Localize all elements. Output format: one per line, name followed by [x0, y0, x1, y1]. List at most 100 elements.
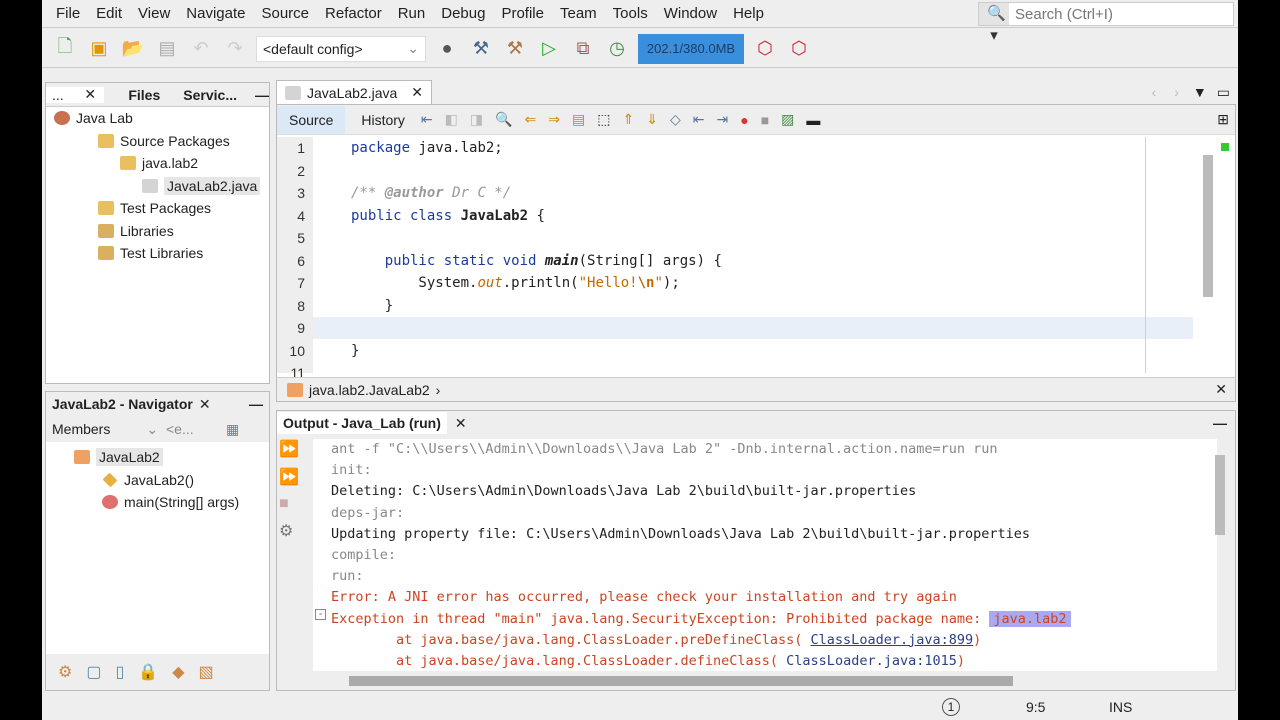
rerun-different-icon[interactable]: ⏩: [279, 467, 303, 487]
layout-toggle-icon[interactable]: ▦: [226, 421, 239, 438]
stack-link[interactable]: ClassLoader.java:899: [811, 632, 974, 648]
scroll-right-icon[interactable]: ›: [1174, 84, 1179, 100]
filter-private-icon[interactable]: 🔒: [138, 662, 158, 682]
back-icon[interactable]: ◧: [445, 111, 458, 128]
menu-help[interactable]: Help: [725, 5, 772, 22]
source-tab[interactable]: Source: [277, 105, 346, 134]
close-icon[interactable]: ✕: [1215, 381, 1227, 398]
code-area[interactable]: package java.lab2; /** @author Dr C */ p…: [313, 137, 1193, 373]
rerun-icon[interactable]: ⏩: [279, 439, 303, 459]
search-box[interactable]: 🔍▾ Search (Ctrl+I): [978, 2, 1234, 44]
sort-icon[interactable]: ▧: [199, 662, 214, 682]
minimize-icon[interactable]: —: [249, 396, 263, 412]
breadcrumb-item[interactable]: java.lab2.JavaLab2: [309, 382, 430, 398]
tree-item-source-packages[interactable]: Source Packages: [46, 130, 269, 153]
close-icon[interactable]: ✕: [84, 86, 96, 103]
browser-globe-icon[interactable]: ●: [434, 36, 460, 62]
find-next-icon[interactable]: ⇒: [548, 111, 560, 128]
history-tab[interactable]: History: [357, 112, 409, 128]
build-hammer-icon[interactable]: ⚒: [468, 36, 494, 62]
navigator-title[interactable]: JavaLab2 - Navigator: [52, 396, 193, 412]
tree-item-libraries[interactable]: Libraries: [46, 220, 269, 243]
prev-bookmark-icon[interactable]: ⇑: [623, 111, 635, 128]
toggle-bookmark-icon[interactable]: ◇: [670, 111, 681, 128]
tree-item-test-packages[interactable]: Test Packages: [46, 197, 269, 220]
tab-javalab2-java[interactable]: JavaLab2.java ✕: [276, 80, 433, 104]
stack-link[interactable]: ClassLoader.java:1015: [786, 653, 957, 669]
split-icon[interactable]: ⊞: [1217, 111, 1229, 128]
menu-profile[interactable]: Profile: [493, 5, 552, 22]
clean-build-icon[interactable]: ⚒: [502, 36, 528, 62]
nav-item-class[interactable]: JavaLab2: [46, 446, 269, 469]
menu-navigate[interactable]: Navigate: [178, 5, 253, 22]
record-macro-icon[interactable]: ●: [740, 112, 748, 128]
comment-icon[interactable]: ▨: [781, 111, 794, 128]
show-documents-icon[interactable]: ▼: [1193, 84, 1207, 100]
menu-window[interactable]: Window: [656, 5, 725, 22]
output-text[interactable]: ant -f "C:\\Users\\Admin\\Downloads\\Jav…: [313, 439, 1217, 671]
menu-refactor[interactable]: Refactor: [317, 5, 390, 22]
redo-icon[interactable]: ↷: [222, 36, 248, 62]
next-bookmark-icon[interactable]: ⇓: [646, 111, 658, 128]
tree-item-javalab2-file[interactable]: JavaLab2.java: [46, 175, 269, 198]
rect-select-icon[interactable]: ⬚: [597, 111, 610, 128]
filter-class-icon[interactable]: ◆: [172, 662, 184, 682]
tree-item-package[interactable]: java.lab2: [46, 152, 269, 175]
last-edit-icon[interactable]: ⇤: [421, 111, 433, 128]
maximize-icon[interactable]: ▭: [1217, 84, 1230, 101]
config-dropdown[interactable]: <default config> ⌄: [256, 35, 426, 62]
scroll-left-icon[interactable]: ‹: [1152, 84, 1157, 100]
output-vscrollbar[interactable]: [1215, 455, 1225, 535]
editor-scrollbar[interactable]: [1203, 155, 1213, 297]
menu-debug[interactable]: Debug: [433, 5, 493, 22]
memory-indicator[interactable]: 202.1/380.0MB: [638, 33, 744, 64]
tab-services[interactable]: Servic...: [177, 87, 255, 103]
stop-icon[interactable]: ■: [279, 495, 303, 513]
menu-run[interactable]: Run: [390, 5, 434, 22]
open-project-icon[interactable]: 📂: [120, 36, 146, 62]
filter-inherited-icon[interactable]: ⚙: [58, 662, 72, 682]
shift-left-icon[interactable]: ⇤: [693, 111, 705, 128]
uncomment-icon[interactable]: ▬: [806, 112, 820, 128]
find-previous-icon[interactable]: ⇐: [525, 111, 537, 128]
minimize-icon[interactable]: —: [255, 87, 269, 103]
tab-files[interactable]: Files: [104, 87, 161, 103]
profiler-telemetry-icon[interactable]: ⬡: [752, 36, 778, 62]
menu-edit[interactable]: Edit: [88, 5, 130, 22]
new-file-icon[interactable]: 🗋: [52, 36, 78, 62]
output-hscrollbar[interactable]: [349, 676, 1013, 686]
menu-tools[interactable]: Tools: [605, 5, 656, 22]
close-icon[interactable]: ✕: [455, 415, 467, 432]
run-icon[interactable]: ▷: [536, 36, 562, 62]
close-icon[interactable]: ✕: [411, 84, 423, 101]
filter-static-icon[interactable]: ▯: [115, 662, 124, 682]
nav-item-main[interactable]: main(String[] args): [46, 491, 269, 514]
second-filter-dropdown[interactable]: <e...: [166, 421, 226, 437]
nav-item-constructor[interactable]: JavaLab2(): [46, 469, 269, 492]
profile-icon[interactable]: ◷: [604, 36, 630, 62]
output-title[interactable]: Output - Java_Lab (run): [277, 412, 447, 434]
filter-fields-icon[interactable]: ▢: [86, 662, 101, 682]
toggle-highlight-icon[interactable]: ▤: [572, 111, 585, 128]
menu-file[interactable]: File: [48, 5, 88, 22]
new-project-icon[interactable]: ▣: [86, 36, 112, 62]
close-icon[interactable]: ✕: [199, 396, 211, 413]
menu-view[interactable]: View: [130, 5, 178, 22]
notifications-icon[interactable]: 1: [942, 698, 960, 716]
forward-icon[interactable]: ◨: [470, 111, 483, 128]
menu-source[interactable]: Source: [253, 5, 317, 22]
tree-item-test-libraries[interactable]: Test Libraries: [46, 242, 269, 265]
minimize-icon[interactable]: —: [1213, 415, 1227, 431]
menu-team[interactable]: Team: [552, 5, 605, 22]
undo-icon[interactable]: ↶: [188, 36, 214, 62]
find-icon[interactable]: 🔍: [495, 111, 512, 128]
settings-icon[interactable]: ⚙: [279, 521, 303, 541]
shift-right-icon[interactable]: ⇥: [716, 111, 728, 128]
tree-item-java-lab[interactable]: Java Lab: [46, 107, 269, 130]
members-filter-dropdown[interactable]: Members ⌄: [46, 421, 166, 438]
fold-icon[interactable]: -: [315, 609, 326, 620]
stop-macro-icon[interactable]: ■: [761, 112, 769, 128]
profiler-snapshot-icon[interactable]: ⬡: [786, 36, 812, 62]
debug-icon[interactable]: ⧉: [570, 36, 596, 62]
save-all-icon[interactable]: ▤: [154, 36, 180, 62]
